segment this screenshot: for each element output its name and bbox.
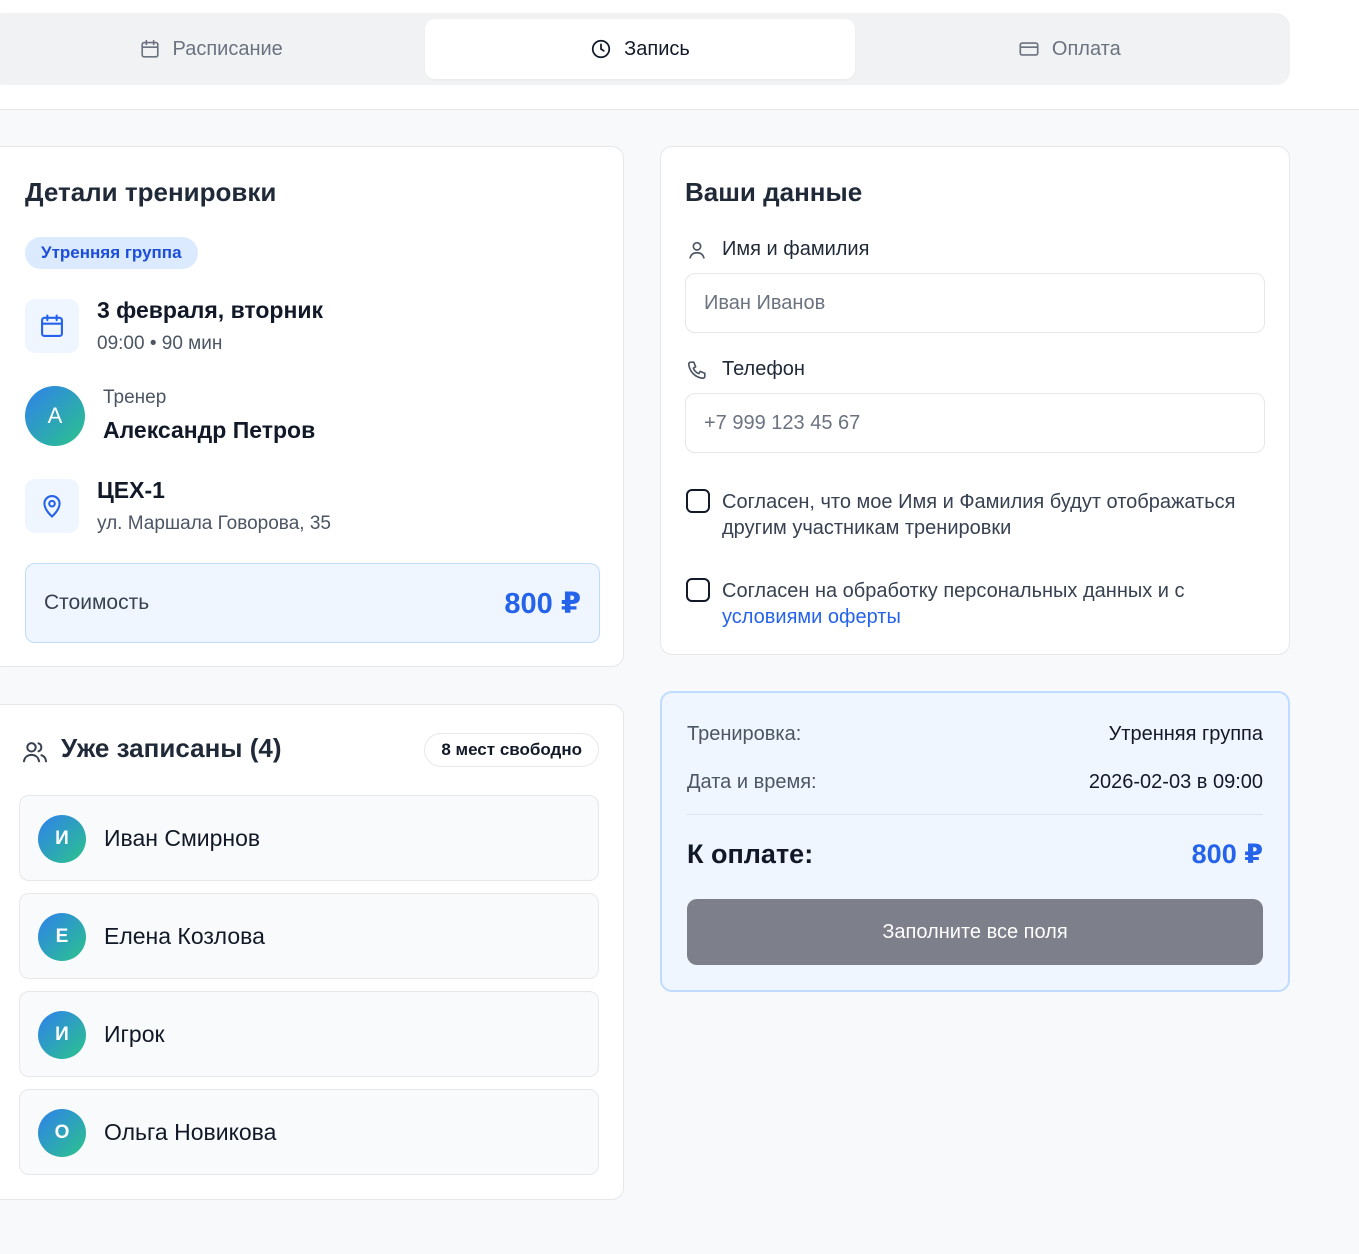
offer-terms-link[interactable]: условиями оферты <box>722 606 901 628</box>
location-icon-box <box>25 479 79 533</box>
training-date: 3 февраля, вторник <box>97 297 324 323</box>
training-time: 09:00 • 90 мин <box>97 333 223 354</box>
map-pin-icon <box>43 495 61 518</box>
user-data-card: Ваши данные Имя и фамилия Телефон Соглас… <box>660 146 1290 655</box>
total-value: 800 ₽ <box>1191 839 1263 869</box>
summary-divider <box>687 814 1263 815</box>
tab-booking-label: Запись <box>624 37 690 60</box>
free-spots-badge: 8 мест свободно <box>424 733 599 767</box>
trainer-avatar: А <box>25 386 85 446</box>
top-bar: Расписание Запись Оплата <box>0 0 1359 110</box>
phone-input[interactable] <box>685 393 1265 453</box>
consent-display-checkbox[interactable] <box>686 489 710 513</box>
price-box: Стоимость 800 ₽ <box>25 563 600 643</box>
phone-label-row: Телефон <box>686 358 805 381</box>
name-label: Имя и фамилия <box>722 238 870 260</box>
credit-card-icon <box>1019 42 1039 56</box>
summary-datetime-label: Дата и время: <box>687 771 817 793</box>
consent-data-text-wrap: Согласен на обработку персональных данны… <box>722 578 1185 630</box>
participant-name: Ольга Новикова <box>104 1119 277 1145</box>
total-label: К оплате: <box>687 839 814 869</box>
participant-item: И Иван Смирнов <box>19 795 599 881</box>
tab-booking[interactable]: Запись <box>425 19 855 79</box>
phone-icon <box>687 360 706 379</box>
consent-data-row: Согласен на обработку персональных данны… <box>686 578 1266 630</box>
calendar-icon <box>41 314 63 337</box>
summary-datetime-value: 2026-02-03 в 09:00 <box>1088 771 1263 793</box>
phone-label: Телефон <box>722 358 805 380</box>
submit-button[interactable]: Заполните все поля <box>687 899 1263 965</box>
location-name: ЦЕХ-1 <box>97 477 165 503</box>
users-icon <box>22 742 48 763</box>
user-icon <box>689 241 705 259</box>
clock-icon <box>592 39 611 59</box>
form-title: Ваши данные <box>685 177 863 207</box>
name-input[interactable] <box>685 273 1265 333</box>
summary-training-value: Утренняя группа <box>1108 723 1263 745</box>
tab-payment-label: Оплата <box>1051 37 1121 60</box>
participant-item: О Ольга Новикова <box>19 1089 599 1175</box>
participant-avatar: Е <box>38 913 86 961</box>
training-details-card: Детали тренировки Утренняя группа 3 февр… <box>0 146 624 667</box>
participant-name: Елена Козлова <box>104 923 265 949</box>
date-icon-box <box>25 299 79 353</box>
group-badge: Утренняя группа <box>25 237 198 269</box>
consent-display-row: Согласен, что мое Имя и Фамилия будут от… <box>686 489 1266 541</box>
participant-name: Иван Смирнов <box>104 825 261 851</box>
participant-avatar: И <box>38 815 86 863</box>
tab-payment[interactable]: Оплата <box>855 19 1284 79</box>
trainer-name: Александр Петров <box>103 417 316 443</box>
calendar-icon <box>140 39 159 58</box>
participant-avatar: О <box>38 1109 86 1157</box>
signed-up-card: Уже записаны (4) 8 мест свободно И Иван … <box>0 704 624 1200</box>
signed-up-title: Уже записаны (4) <box>61 733 282 763</box>
participant-item: Е Елена Козлова <box>19 893 599 979</box>
participant-avatar: И <box>38 1011 86 1059</box>
price-label: Стоимость <box>44 591 150 614</box>
tab-bar: Расписание Запись Оплата <box>0 13 1290 85</box>
consent-data-text: Согласен на обработку персональных данны… <box>722 580 1185 602</box>
participant-item: И Игрок <box>19 991 599 1077</box>
location-address: ул. Маршала Говорова, 35 <box>97 513 331 534</box>
booking-summary-card: Тренировка: Утренняя группа Дата и время… <box>660 691 1290 992</box>
tab-schedule[interactable]: Расписание <box>0 19 425 79</box>
consent-data-checkbox[interactable] <box>686 578 710 602</box>
name-label-row: Имя и фамилия <box>686 238 869 261</box>
summary-training-label: Тренировка: <box>687 723 802 745</box>
consent-display-text: Согласен, что мое Имя и Фамилия будут от… <box>722 491 1236 539</box>
details-title: Детали тренировки <box>25 177 277 207</box>
tab-schedule-label: Расписание <box>172 37 283 60</box>
price-value: 800 ₽ <box>504 588 581 620</box>
trainer-label: Тренер <box>103 387 167 408</box>
participant-name: Игрок <box>104 1021 165 1047</box>
